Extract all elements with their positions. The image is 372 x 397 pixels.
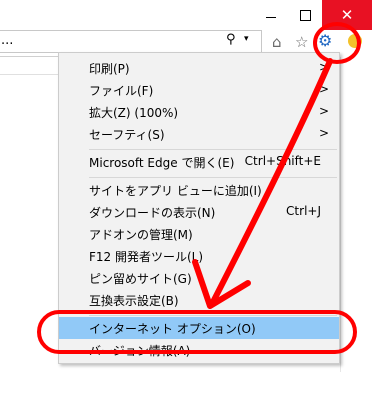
address-text[interactable]: ... — [1, 33, 13, 48]
menu-item-pinned-sites[interactable]: ピン留めサイト(G) — [59, 267, 339, 289]
menu-item-shortcut: Ctrl+J — [286, 204, 321, 218]
menu-item-manage-addons[interactable]: アドオンの管理(M) — [59, 223, 339, 245]
menu-item-internet-options[interactable]: インターネット オプション(O) — [59, 317, 339, 339]
menu-item-about[interactable]: バージョン情報(A) — [59, 339, 339, 361]
submenu-arrow-icon: > — [318, 82, 329, 96]
address-bar[interactable]: ... ⚲ ▾ — [0, 30, 262, 53]
search-icon[interactable]: ⚲ — [226, 32, 236, 47]
menu-item-zoom[interactable]: 拡大(Z) (100%) > — [59, 101, 339, 123]
menu-item-open-in-edge[interactable]: Microsoft Edge で開く(E) Ctrl+Shift+E — [59, 151, 339, 173]
menu-item-dev-tools[interactable]: F12 開発者ツール(L) — [59, 245, 339, 267]
close-button[interactable]: ✕ — [322, 0, 372, 30]
dropdown-arrow-icon[interactable]: ▾ — [244, 34, 249, 44]
menu-item-label: Microsoft Edge で開く(E) — [89, 156, 235, 170]
feedback-smiley-icon[interactable] — [348, 34, 362, 48]
home-icon[interactable]: ⌂ — [272, 33, 282, 51]
close-icon: ✕ — [340, 6, 354, 24]
maximize-button[interactable] — [288, 0, 322, 30]
scroll-edge — [340, 57, 341, 372]
menu-item-view-downloads[interactable]: ダウンロードの表示(N) Ctrl+J — [59, 201, 339, 223]
menu-item-label: サイトをアプリ ビューに追加(I) — [89, 184, 262, 198]
menu-item-label: ピン留めサイト(G) — [89, 272, 192, 286]
submenu-arrow-icon: > — [318, 126, 329, 140]
tools-menu: 印刷(P) > ファイル(F) > 拡大(Z) (100%) > セーフティ(S… — [58, 52, 340, 364]
menu-item-label: ファイル(F) — [89, 84, 154, 98]
menu-item-print[interactable]: 印刷(P) > — [59, 57, 339, 79]
title-bar: ✕ — [0, 0, 372, 30]
maximize-icon — [299, 9, 311, 21]
minimize-icon — [266, 16, 276, 18]
menu-separator — [89, 149, 337, 150]
minimize-button[interactable] — [254, 0, 288, 30]
submenu-arrow-icon: > — [318, 104, 329, 118]
divider — [0, 56, 58, 57]
menu-item-label: ダウンロードの表示(N) — [89, 206, 216, 220]
menu-item-shortcut: Ctrl+Shift+E — [244, 154, 321, 168]
menu-item-label: F12 開発者ツール(L) — [89, 250, 204, 264]
menu-item-label: インターネット オプション(O) — [89, 322, 256, 336]
menu-item-compat-view[interactable]: 互換表示設定(B) — [59, 289, 339, 311]
menu-item-safety[interactable]: セーフティ(S) > — [59, 123, 339, 145]
menu-separator — [89, 315, 337, 316]
menu-item-add-site-app-view[interactable]: サイトをアプリ ビューに追加(I) — [59, 179, 339, 201]
menu-item-label: バージョン情報(A) — [89, 344, 191, 358]
menu-item-label: アドオンの管理(M) — [89, 228, 193, 242]
menu-item-label: 拡大(Z) (100%) — [89, 106, 179, 120]
menu-item-label: 印刷(P) — [89, 62, 130, 76]
gear-icon[interactable]: ⚙ — [318, 31, 332, 50]
menu-item-label: セーフティ(S) — [89, 128, 165, 142]
favorites-star-icon[interactable]: ☆ — [295, 33, 308, 51]
menu-separator — [89, 177, 337, 178]
menu-item-file[interactable]: ファイル(F) > — [59, 79, 339, 101]
submenu-arrow-icon: > — [318, 60, 329, 74]
menu-item-label: 互換表示設定(B) — [89, 294, 179, 308]
divider — [0, 74, 58, 75]
